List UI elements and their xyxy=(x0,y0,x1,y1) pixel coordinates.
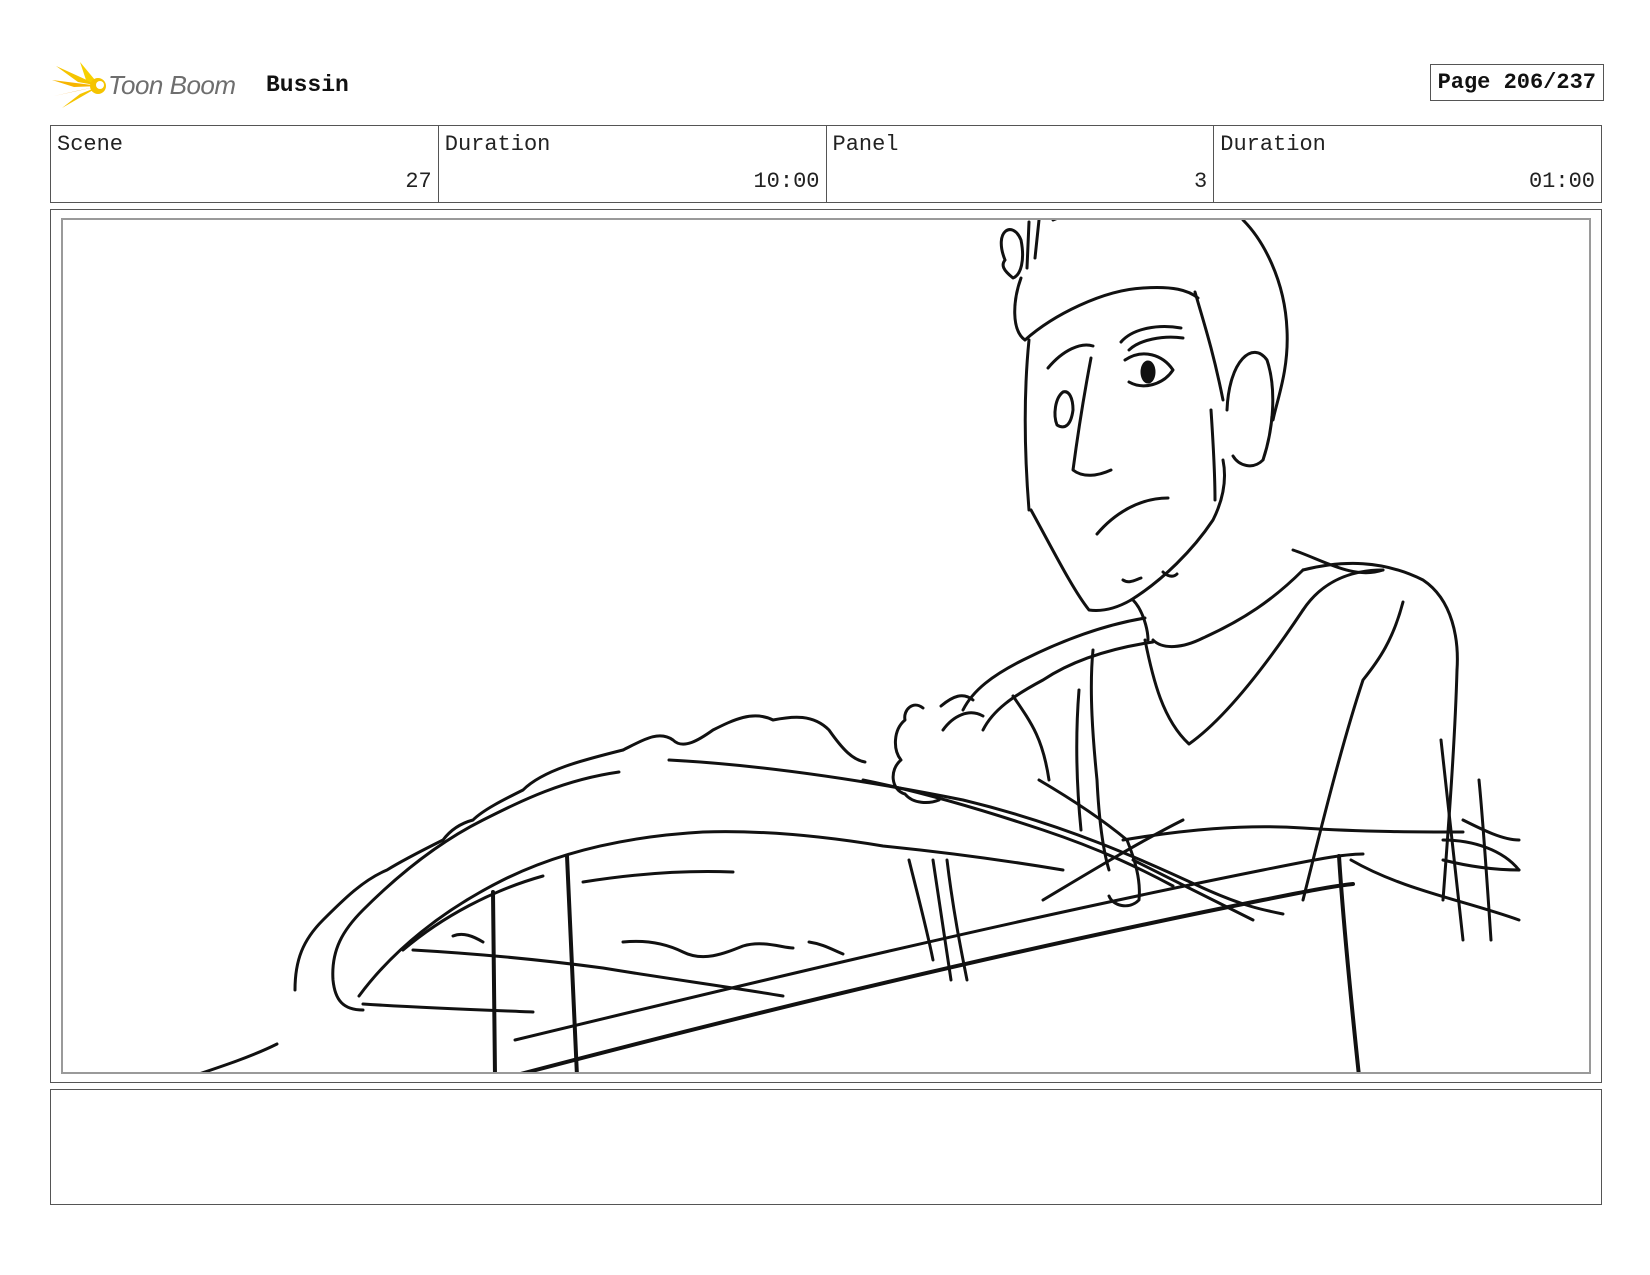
scene-duration-cell: Duration 10:00 xyxy=(439,126,827,202)
logo-text: Toon Boom xyxy=(108,70,236,100)
sketch-ear xyxy=(1225,350,1275,468)
storyboard-header: Toon Boom Bussin Page 206/237 xyxy=(52,56,1604,116)
storyboard-sketch xyxy=(200,220,1521,1072)
sketch-plank-top xyxy=(667,758,1285,916)
project-title: Bussin xyxy=(266,72,349,98)
panel-frame xyxy=(50,209,1602,1083)
panel-cell: Panel 3 xyxy=(827,126,1215,202)
sketch-post-1 xyxy=(491,890,497,1072)
sketch-nose xyxy=(1071,356,1113,477)
sketch-beam-long xyxy=(513,852,1365,1042)
sketch-horizon xyxy=(1121,825,1465,842)
sketch-legs xyxy=(907,858,969,982)
panel-label: Panel xyxy=(832,132,899,157)
scene-label: Scene xyxy=(57,132,124,157)
sketch-collar xyxy=(1291,548,1459,672)
sketch-sleeve-2 xyxy=(1075,688,1083,832)
sketch-ground-right xyxy=(1349,838,1521,922)
sketch-chin xyxy=(1121,570,1179,584)
sketch-ground-left xyxy=(200,1042,279,1072)
scene-duration-value: 10:00 xyxy=(753,169,820,194)
panel-duration-cell: Duration 01:00 xyxy=(1214,126,1601,202)
scene-value: 27 xyxy=(405,169,432,194)
scene-cell: Scene 27 xyxy=(51,126,439,202)
sketch-head-right xyxy=(1241,220,1289,422)
page-number: Page 206/237 xyxy=(1429,64,1604,101)
panel-duration-label: Duration xyxy=(1220,132,1326,157)
sketch-rim xyxy=(357,830,1065,998)
sketch-face-cheek xyxy=(1029,508,1133,612)
sketch-eyebrow-right xyxy=(1119,325,1185,352)
sketch-mouth xyxy=(1095,496,1170,536)
sketch-sleeve xyxy=(1089,648,1111,872)
toon-boom-logo: Toon Boom xyxy=(52,60,252,112)
sketch-wave-2 xyxy=(451,932,845,956)
sketch-hair-lines xyxy=(1025,220,1058,270)
sketch-shirt-v xyxy=(1143,608,1305,746)
sketch-arm-upper-2 xyxy=(981,640,1155,732)
scene-duration-label: Duration xyxy=(444,132,551,157)
toon-boom-burst-icon xyxy=(52,62,106,108)
sketch-hair-side xyxy=(1193,290,1225,502)
sketch-head-left xyxy=(1023,338,1031,512)
sketch-hair-tuft xyxy=(999,228,1025,280)
sketch-eye-left xyxy=(1053,390,1075,429)
sketch-beam-long-2 xyxy=(520,882,1355,1072)
panel-notes xyxy=(50,1089,1602,1205)
sketch-shoulder-right xyxy=(1301,568,1385,612)
scene-info-table: Scene 27 Duration 10:00 Panel 3 Duration… xyxy=(50,125,1602,203)
panel-duration-value: 01:00 xyxy=(1528,169,1595,194)
sketch-crust-top xyxy=(621,714,867,764)
panel-image xyxy=(61,218,1591,1074)
sketch-eyebrow-left xyxy=(1046,343,1095,370)
panel-value: 3 xyxy=(1194,169,1208,194)
sketch-pupil xyxy=(1140,360,1156,384)
sketch-surface-bottom xyxy=(361,1002,535,1014)
sketch-fingers xyxy=(939,694,985,732)
sketch-head-top xyxy=(1013,276,1200,342)
sketch-jaw xyxy=(1129,458,1227,602)
sketch-post-right xyxy=(1337,854,1361,1072)
sketch-wave xyxy=(621,939,795,959)
sketch-arm-upper xyxy=(961,616,1147,712)
sketch-plank-2 xyxy=(861,778,1175,888)
